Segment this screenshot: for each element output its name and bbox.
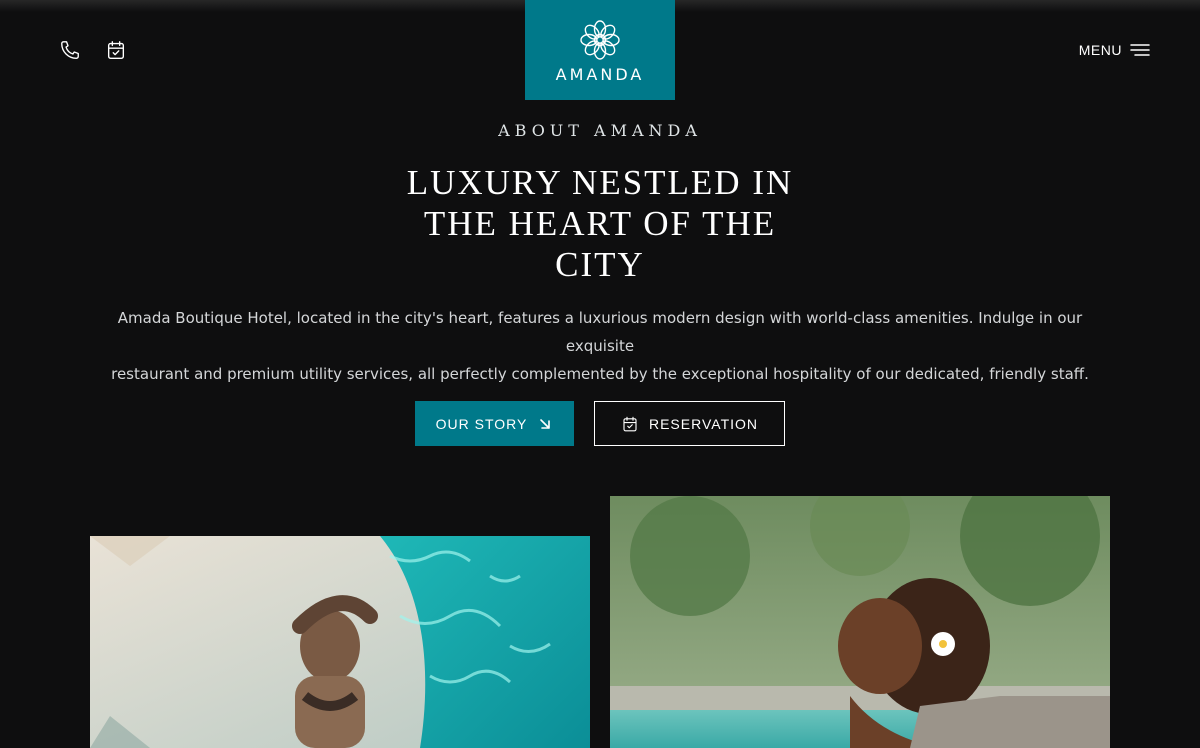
section-eyebrow: ABOUT AMANDA bbox=[498, 121, 702, 140]
logo[interactable]: AMANDA bbox=[525, 0, 675, 100]
menu-label: MENU bbox=[1078, 42, 1122, 58]
pool-photo-left bbox=[90, 536, 590, 748]
pool-photo-right bbox=[610, 496, 1110, 748]
our-story-button[interactable]: OUR STORY bbox=[415, 401, 574, 446]
calendar-check-icon bbox=[623, 416, 637, 431]
hamburger-icon bbox=[1130, 44, 1150, 56]
calendar-check-icon[interactable] bbox=[104, 38, 128, 62]
description-line: restaurant and premium utility services,… bbox=[111, 365, 1089, 383]
reservation-label: RESERVATION bbox=[648, 415, 759, 432]
reservation-button[interactable]: RESERVATION bbox=[594, 401, 785, 446]
phone-icon[interactable] bbox=[58, 38, 82, 62]
site-header: AMANDA MENU bbox=[0, 0, 1200, 100]
page: AMANDA MENU ABOUT AMANDA LUXURY NESTLED … bbox=[0, 0, 1200, 748]
headline-line: THE HEART OF THE bbox=[423, 204, 777, 243]
page-title: LUXURY NESTLED IN THE HEART OF THE CITY bbox=[400, 162, 800, 285]
flower-emblem-icon bbox=[580, 20, 620, 60]
description-line: Amada Boutique Hotel, located in the cit… bbox=[117, 309, 1083, 355]
menu-button[interactable]: MENU bbox=[1079, 38, 1150, 62]
headline-line: CITY bbox=[555, 245, 645, 284]
our-story-label: OUR STORY bbox=[435, 415, 528, 432]
logo-text: AMANDA bbox=[555, 65, 645, 84]
arrow-down-right-icon bbox=[540, 418, 551, 429]
about-description: Amada Boutique Hotel, located in the cit… bbox=[90, 304, 1110, 388]
headline-line: LUXURY NESTLED IN bbox=[406, 163, 794, 202]
